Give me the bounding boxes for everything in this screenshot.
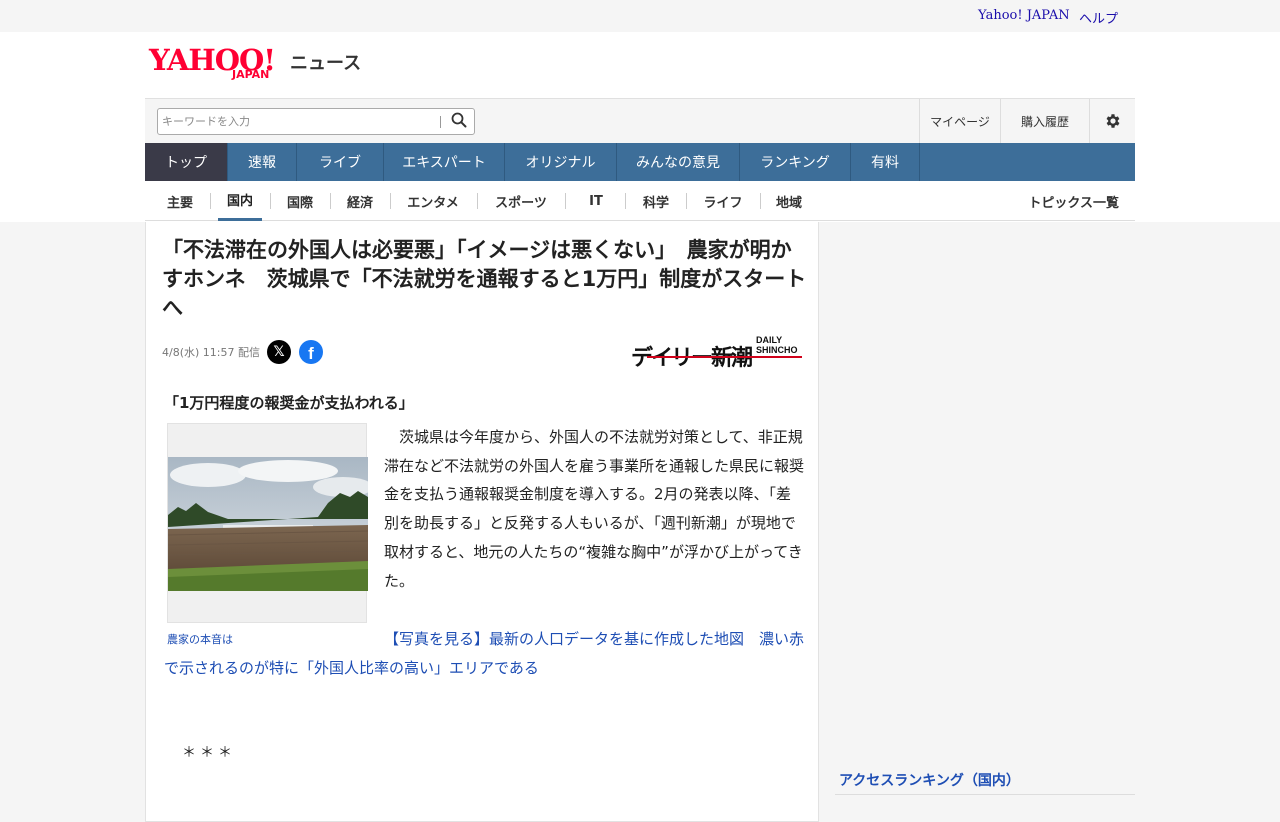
gnav-live[interactable]: ライブ xyxy=(297,143,384,181)
gnav-paid[interactable]: 有料 xyxy=(851,143,920,181)
category-divider xyxy=(270,193,271,209)
category-science[interactable]: 科学 xyxy=(634,181,678,221)
category-international[interactable]: 国際 xyxy=(278,181,322,221)
logo-japan-text: JAPAN xyxy=(232,68,270,81)
mypage-button[interactable]: マイページ xyxy=(919,99,1000,143)
gear-icon xyxy=(1106,114,1119,128)
search-row: マイページ 購入履歴 xyxy=(145,98,1135,143)
search-input[interactable] xyxy=(162,112,432,131)
publisher-logo[interactable]: デイリー新潮 DAILY SHINCHO xyxy=(631,334,806,371)
photo-gallery-link[interactable]: 【写真を見る】最新の人口データを基に作成した地図 濃い赤で示されるのが特に「外国… xyxy=(164,625,806,682)
gnav-top[interactable]: トップ xyxy=(145,143,228,181)
category-economy[interactable]: 経済 xyxy=(338,181,382,221)
access-ranking-title[interactable]: アクセスランキング（国内） xyxy=(839,770,1020,790)
topics-list-link[interactable]: トピックス一覧 xyxy=(1028,181,1119,221)
article-date: 4/8(水) 11:57 配信 xyxy=(162,346,260,359)
logo-service-name: ニュース xyxy=(290,53,362,74)
category-regional[interactable]: 地域 xyxy=(767,181,811,221)
gnav-opinions[interactable]: みんなの意見 xyxy=(617,143,740,181)
category-divider xyxy=(760,193,761,209)
publisher-name-en-line2: SHINCHO xyxy=(756,345,798,355)
gnav-breaking[interactable]: 速報 xyxy=(228,143,297,181)
category-divider xyxy=(210,193,211,209)
search-icon xyxy=(451,112,467,128)
article-body: 茨城県は今年度から、外国人の不法就労対策として、非正規滞在など不法就労の外国人を… xyxy=(384,428,805,590)
farm-field-photo xyxy=(168,457,368,591)
category-main[interactable]: 主要 xyxy=(159,181,201,221)
article-photo[interactable] xyxy=(167,423,368,623)
yahoo-news-logo[interactable]: YAHOO! JAPAN ニュース xyxy=(149,44,369,84)
yahoo-japan-link[interactable]: Yahoo! JAPAN xyxy=(978,8,1070,23)
category-divider xyxy=(565,193,566,209)
category-divider xyxy=(477,193,478,209)
category-divider xyxy=(390,193,391,209)
share-x-button[interactable]: 𝕏 xyxy=(267,340,291,364)
facebook-icon: f xyxy=(308,344,314,363)
settings-button[interactable] xyxy=(1089,99,1135,143)
gnav-original[interactable]: オリジナル xyxy=(505,143,617,181)
publisher-logo-line xyxy=(647,356,802,358)
search-divider xyxy=(440,116,441,128)
article-subhead: 「1万円程度の報奨金が支払われる」 xyxy=(164,394,414,412)
section-separator: ＊＊＊ xyxy=(182,745,236,761)
category-life[interactable]: ライフ xyxy=(694,181,752,221)
purchase-history-label: 購入履歴 xyxy=(1020,114,1069,129)
search-button[interactable] xyxy=(446,111,472,132)
gnav-expert[interactable]: エキスパート xyxy=(384,143,505,181)
publisher-name-en: DAILY SHINCHO xyxy=(756,335,798,355)
gnav-ranking[interactable]: ランキング xyxy=(740,143,851,181)
category-sports[interactable]: スポーツ xyxy=(486,181,556,221)
x-icon: 𝕏 xyxy=(273,344,285,360)
category-divider xyxy=(686,193,687,209)
category-divider xyxy=(330,193,331,209)
top-bar: Yahoo! JAPAN ヘルプ xyxy=(145,0,1135,32)
article-headline: 「不法滞在の外国人は必要悪」「イメージは悪くない」 農家が明かすホンネ 茨城県で… xyxy=(162,238,807,320)
category-it[interactable]: IT xyxy=(576,181,616,221)
mypage-label: マイページ xyxy=(930,114,990,129)
ranking-divider xyxy=(835,794,1135,795)
help-link[interactable]: ヘルプ xyxy=(1079,8,1118,27)
category-divider xyxy=(625,193,626,209)
category-domestic[interactable]: 国内 xyxy=(218,181,262,221)
category-entertainment[interactable]: エンタメ xyxy=(398,181,468,221)
global-nav: トップ 速報 ライブ エキスパート オリジナル みんなの意見 ランキング 有料 xyxy=(145,143,1135,181)
publisher-name-en-line1: DAILY xyxy=(756,335,783,345)
search-box xyxy=(157,108,475,135)
category-nav: 主要 国内 国際 経済 エンタメ スポーツ IT 科学 ライフ 地域 トピックス… xyxy=(145,181,1135,221)
purchase-history-button[interactable]: 購入履歴 xyxy=(1000,99,1089,143)
share-facebook-button[interactable]: f xyxy=(299,340,323,364)
article-panel: 「不法滞在の外国人は必要悪」「イメージは悪くない」 農家が明かすホンネ 茨城県で… xyxy=(145,222,819,822)
